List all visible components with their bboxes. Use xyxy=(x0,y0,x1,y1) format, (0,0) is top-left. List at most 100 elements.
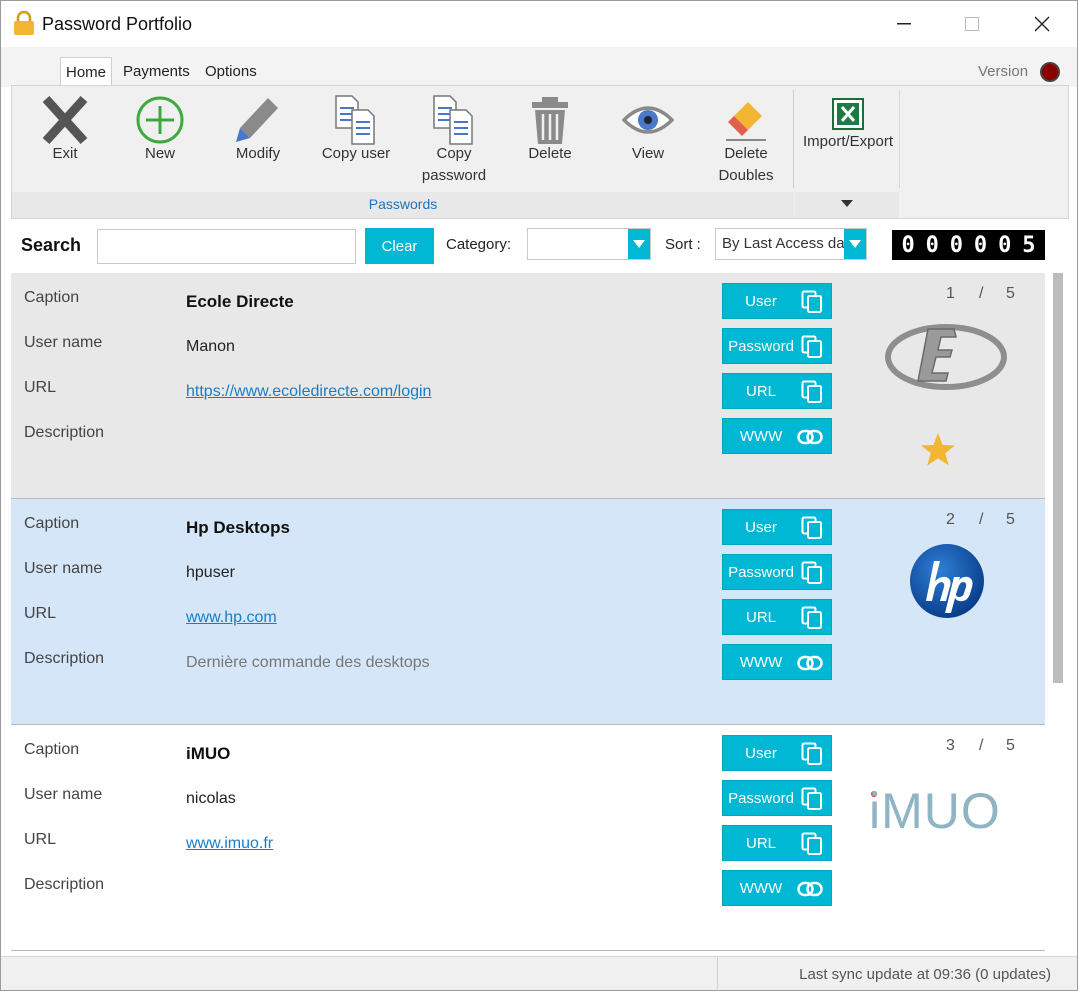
copy-user-button[interactable]: User xyxy=(722,283,832,319)
import-export-label: Import/Export xyxy=(802,133,894,150)
entry-url-link[interactable]: www.imuo.fr xyxy=(186,835,273,853)
counter-digit: 0 xyxy=(998,232,1012,258)
tab-home[interactable]: Home xyxy=(60,57,113,87)
copy-url-button[interactable]: URL xyxy=(722,599,832,635)
entry-caption: Ecole Directe xyxy=(186,292,294,311)
copy-url-label: URL xyxy=(745,609,776,626)
counter-digit: 0 xyxy=(949,232,964,258)
password-entry[interactable]: Caption User name URL Description Hp Des… xyxy=(11,499,1045,725)
description-label: Description xyxy=(24,650,105,667)
excel-icon xyxy=(832,98,864,130)
delete-doubles-button[interactable]: Delete Doubles xyxy=(706,86,786,190)
entry-index: 3 xyxy=(946,737,955,754)
version-status-indicator[interactable] xyxy=(1040,62,1060,82)
sync-status-text: Last sync update at 09:36 (0 updates) xyxy=(799,966,1051,983)
exit-x-icon xyxy=(42,95,88,145)
exit-label: Exit xyxy=(52,145,78,162)
minimize-button[interactable] xyxy=(869,1,939,47)
app-window: Password Portfolio Home Payments Options… xyxy=(0,0,1078,991)
entry-index-separator: / xyxy=(979,737,984,754)
chevron-down-icon[interactable] xyxy=(844,229,866,259)
copy-documents-icon xyxy=(335,95,375,145)
open-www-button[interactable]: WWW xyxy=(722,418,832,454)
entry-total: 5 xyxy=(1006,737,1015,754)
url-label: URL xyxy=(24,379,57,396)
list-scrollbar[interactable] xyxy=(1045,273,1067,953)
entry-caption: Hp Desktops xyxy=(186,518,290,537)
entry-url-link[interactable]: www.hp.com xyxy=(186,609,277,627)
copy-user-button[interactable]: User xyxy=(722,509,832,545)
exit-button[interactable]: Exit xyxy=(28,86,102,190)
entry-caption: iMUO xyxy=(186,744,231,763)
import-export-button[interactable]: Import/Export xyxy=(796,86,900,190)
sort-label: Sort : xyxy=(665,236,701,253)
copy-icon xyxy=(801,516,822,539)
copy-url-label: URL xyxy=(745,835,776,852)
category-select[interactable] xyxy=(527,228,651,260)
copy-url-button[interactable]: URL xyxy=(722,373,832,409)
modify-label: Modify xyxy=(235,145,281,162)
tab-payments[interactable]: Payments xyxy=(118,57,195,87)
category-label: Category: xyxy=(446,236,512,253)
entry-index: 2 xyxy=(946,511,955,528)
title-bar: Password Portfolio xyxy=(1,1,1077,47)
entry-counter: 0 0 0 0 0 5 xyxy=(892,230,1045,260)
password-entry[interactable]: Caption User name URL Description iMUO n… xyxy=(11,725,1045,951)
ribbon-toolbar: Exit New Modify Copy user Copy password … xyxy=(11,85,1069,219)
copy-password-label: Password xyxy=(728,338,794,355)
copy-icon xyxy=(801,335,822,358)
entry-total: 5 xyxy=(1006,285,1015,302)
copy-password-button[interactable]: Password xyxy=(722,328,832,364)
sort-select[interactable]: By Last Access da xyxy=(715,228,867,260)
copy-user-label: Copy user xyxy=(321,145,391,162)
ribbon-expand-icon[interactable] xyxy=(841,200,853,207)
view-label: View xyxy=(631,145,665,162)
link-icon xyxy=(797,881,823,897)
url-label: URL xyxy=(24,831,57,848)
copy-user-button[interactable]: Copy user xyxy=(312,86,400,190)
copy-password-button[interactable]: Password xyxy=(722,554,832,590)
plus-circle-icon xyxy=(136,96,184,144)
copy-url-button[interactable]: URL xyxy=(722,825,832,861)
entry-total: 5 xyxy=(1006,511,1015,528)
entry-url-link[interactable]: https://www.ecoledirecte.com/login xyxy=(186,383,431,401)
copy-password-label: Password xyxy=(728,790,794,807)
view-button[interactable]: View xyxy=(610,86,686,190)
delete-doubles-label: Delete Doubles xyxy=(718,145,774,184)
open-www-button[interactable]: WWW xyxy=(722,644,832,680)
new-button[interactable]: New xyxy=(122,86,198,190)
copy-icon xyxy=(801,606,822,629)
scrollbar-thumb[interactable] xyxy=(1053,273,1063,683)
chevron-down-icon[interactable] xyxy=(628,229,650,259)
open-www-button[interactable]: WWW xyxy=(722,870,832,906)
delete-button[interactable]: Delete xyxy=(512,86,588,190)
username-label: User name xyxy=(24,334,103,351)
version-label[interactable]: Version xyxy=(978,63,1028,80)
maximize-button[interactable] xyxy=(937,1,1007,47)
status-separator xyxy=(717,957,718,991)
clear-button[interactable]: Clear xyxy=(365,228,434,264)
ecole-directe-logo xyxy=(885,324,1007,390)
copy-user-button[interactable]: User xyxy=(722,735,832,771)
copy-icon xyxy=(801,832,822,855)
maximize-icon xyxy=(965,17,979,31)
password-entry[interactable]: Caption User name URL Description Ecole … xyxy=(11,273,1045,499)
copy-icon xyxy=(801,561,822,584)
lock-icon xyxy=(14,11,34,35)
link-icon xyxy=(797,655,823,671)
copy-icon xyxy=(801,380,822,403)
entry-description: Dernière commande des desktops xyxy=(186,654,430,671)
imuo-logo-text: iMUO xyxy=(869,783,1001,839)
copy-password-button[interactable]: Password xyxy=(722,780,832,816)
copy-password-button[interactable]: Copy password xyxy=(410,86,498,190)
copy-user-label: User xyxy=(745,293,777,310)
menu-tabs: Home Payments Options Version xyxy=(1,47,1077,87)
favorite-star-icon[interactable] xyxy=(919,431,957,469)
modify-button[interactable]: Modify xyxy=(220,86,296,190)
hp-logo xyxy=(910,544,984,618)
search-input[interactable] xyxy=(97,229,356,264)
username-label: User name xyxy=(24,786,103,803)
tab-options[interactable]: Options xyxy=(200,57,262,87)
link-icon xyxy=(797,429,823,445)
close-button[interactable] xyxy=(1007,1,1077,47)
